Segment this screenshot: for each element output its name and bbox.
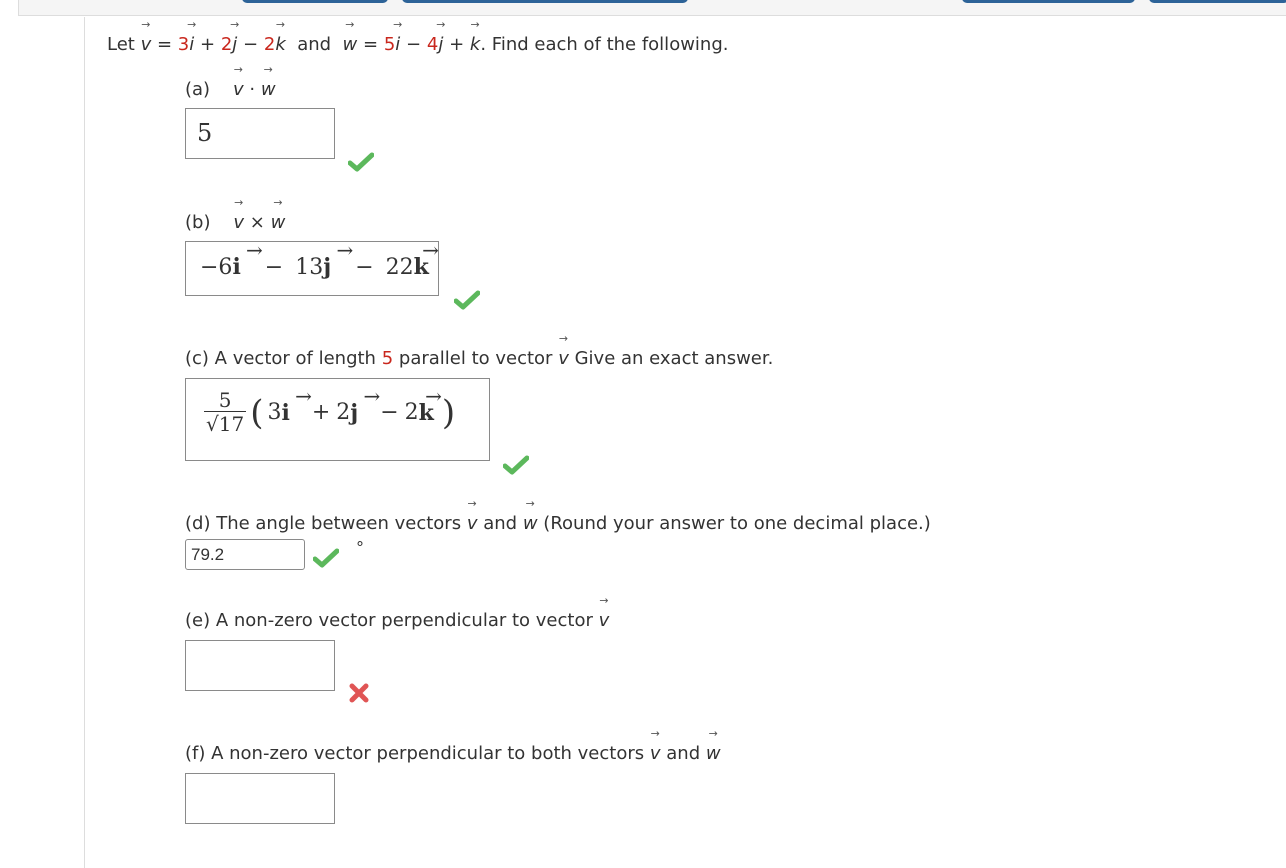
left-paren: ( (250, 392, 264, 433)
operator: − (380, 400, 399, 425)
operator: + (311, 400, 331, 425)
unit-i: i → (232, 238, 263, 280)
part-c-prefix: (c) A vector of length (185, 348, 376, 369)
equals-sign: = (156, 34, 173, 55)
toolbar-button-1[interactable] (242, 0, 388, 3)
minus-sign: − (406, 34, 422, 55)
intro-let: Let (107, 34, 135, 55)
part-b-math: −6 i → − 13 j → − 22 k → (200, 238, 439, 280)
unit-k: k (275, 34, 285, 55)
part-d-label: (d) The angle between vectors v and w (R… (185, 513, 931, 534)
unit-k: k → (418, 383, 442, 426)
part-d-prefix: (d) The angle between vectors (185, 513, 462, 534)
part-d-suffix: (Round your answer to one decimal place.… (543, 513, 931, 534)
operator: − (355, 254, 374, 280)
numerator: 5 (218, 388, 232, 412)
and-word: and (483, 513, 518, 534)
unit-k: k → (413, 238, 439, 280)
toolbar-button-2[interactable] (402, 0, 688, 3)
part-b-letter: (b) (185, 212, 211, 233)
w-i-coefficient: 5 (383, 34, 396, 55)
part-c-answer-field[interactable]: 5 √17 ( 3 i → + 2 j → − 2 k → ) (185, 378, 490, 461)
unit-i: i (395, 34, 400, 55)
vector-w: w (523, 513, 538, 534)
given-length: 5 (381, 348, 394, 369)
operator: − (264, 254, 284, 280)
vector-v: v (467, 513, 478, 534)
k-coefficient: 2 (404, 400, 419, 425)
vector-w: w (706, 743, 721, 764)
j-coefficient: 13 (295, 254, 324, 280)
unit-i: i (189, 34, 194, 55)
part-e-label: (e) A non-zero vector perpendicular to v… (185, 610, 609, 631)
sqrt-symbol: √ (206, 412, 219, 436)
part-b-answer-field[interactable]: −6 i → − 13 j → − 22 k → (185, 238, 439, 296)
and-word: and (297, 34, 332, 55)
denominator: √17 (204, 411, 247, 436)
v-j-coefficient: 2 (220, 34, 233, 55)
toolbar-button-3[interactable] (962, 0, 1135, 3)
vector-v: v (233, 212, 244, 233)
unit-i: i → (281, 383, 312, 426)
denominator-value: 17 (218, 412, 245, 436)
part-d-answer-value: 79.2 (191, 545, 225, 564)
degree-unit: ° (356, 538, 364, 557)
unit-j: j → (323, 238, 354, 280)
unit-j: j → (350, 383, 381, 426)
intro-end: . Find each of the following. (480, 34, 729, 55)
part-e-prefix: (e) A non-zero vector perpendicular to v… (185, 610, 593, 631)
vector-v: v (233, 79, 244, 100)
vector-w: w (261, 79, 276, 100)
unit-j: j (232, 34, 237, 55)
vector-v: v (650, 743, 661, 764)
part-c-middle: parallel to vector (398, 348, 553, 369)
part-d-answer-field[interactable]: 79.2 (185, 539, 305, 570)
problem-statement: Let v = 3i + 2j − 2k and w = 5i − 4j + k… (107, 34, 728, 55)
dot-operator: · (249, 79, 256, 100)
correct-check-icon (503, 455, 529, 475)
i-coefficient: 3 (267, 400, 282, 425)
vector-v: v (558, 348, 569, 369)
part-a-label: (a) v · w (185, 79, 276, 100)
toolbar-button-4[interactable] (1149, 0, 1286, 3)
j-coefficient: 2 (336, 400, 351, 425)
unit-j: j (438, 34, 443, 55)
cross-operator: × (249, 212, 265, 233)
equals-sign: = (363, 34, 379, 55)
i-coefficient: −6 (200, 254, 233, 280)
incorrect-cross-icon (349, 683, 369, 703)
and-word: and (666, 743, 701, 764)
right-paren: ) (441, 392, 456, 433)
correct-check-icon (454, 290, 480, 310)
vector-v: v (141, 34, 152, 55)
vector-v: v (599, 610, 610, 631)
unit-k: k (470, 34, 480, 55)
correct-check-icon (348, 152, 374, 172)
part-a-answer-field[interactable]: 5 (185, 108, 335, 159)
w-j-coefficient: 4 (426, 34, 439, 55)
part-b-label: (b) v × w (185, 212, 285, 233)
part-c-suffix: Give an exact answer. (574, 348, 774, 369)
part-c-label: (c) A vector of length 5 parallel to vec… (185, 348, 773, 369)
part-a-letter: (a) (185, 79, 211, 100)
part-a-answer-value: 5 (197, 119, 213, 147)
v-k-coefficient: 2 (263, 34, 276, 55)
v-i-coefficient: 3 (177, 34, 190, 55)
fraction: 5 √17 (204, 388, 247, 436)
vector-w: w (271, 212, 286, 233)
part-f-answer-field[interactable] (185, 773, 335, 824)
correct-check-icon (313, 548, 339, 568)
plus-sign: + (449, 34, 465, 55)
part-f-prefix: (f) A non-zero vector perpendicular to b… (185, 743, 645, 764)
part-f-label: (f) A non-zero vector perpendicular to b… (185, 743, 721, 764)
content-divider (84, 17, 85, 868)
vector-w: w (343, 34, 358, 55)
minus-sign: − (243, 34, 259, 55)
part-c-math: 5 √17 ( 3 i → + 2 j → − 2 k → ) (204, 383, 456, 436)
part-e-answer-field[interactable] (185, 640, 335, 691)
plus-sign: + (200, 34, 216, 55)
k-coefficient: 22 (385, 254, 414, 280)
